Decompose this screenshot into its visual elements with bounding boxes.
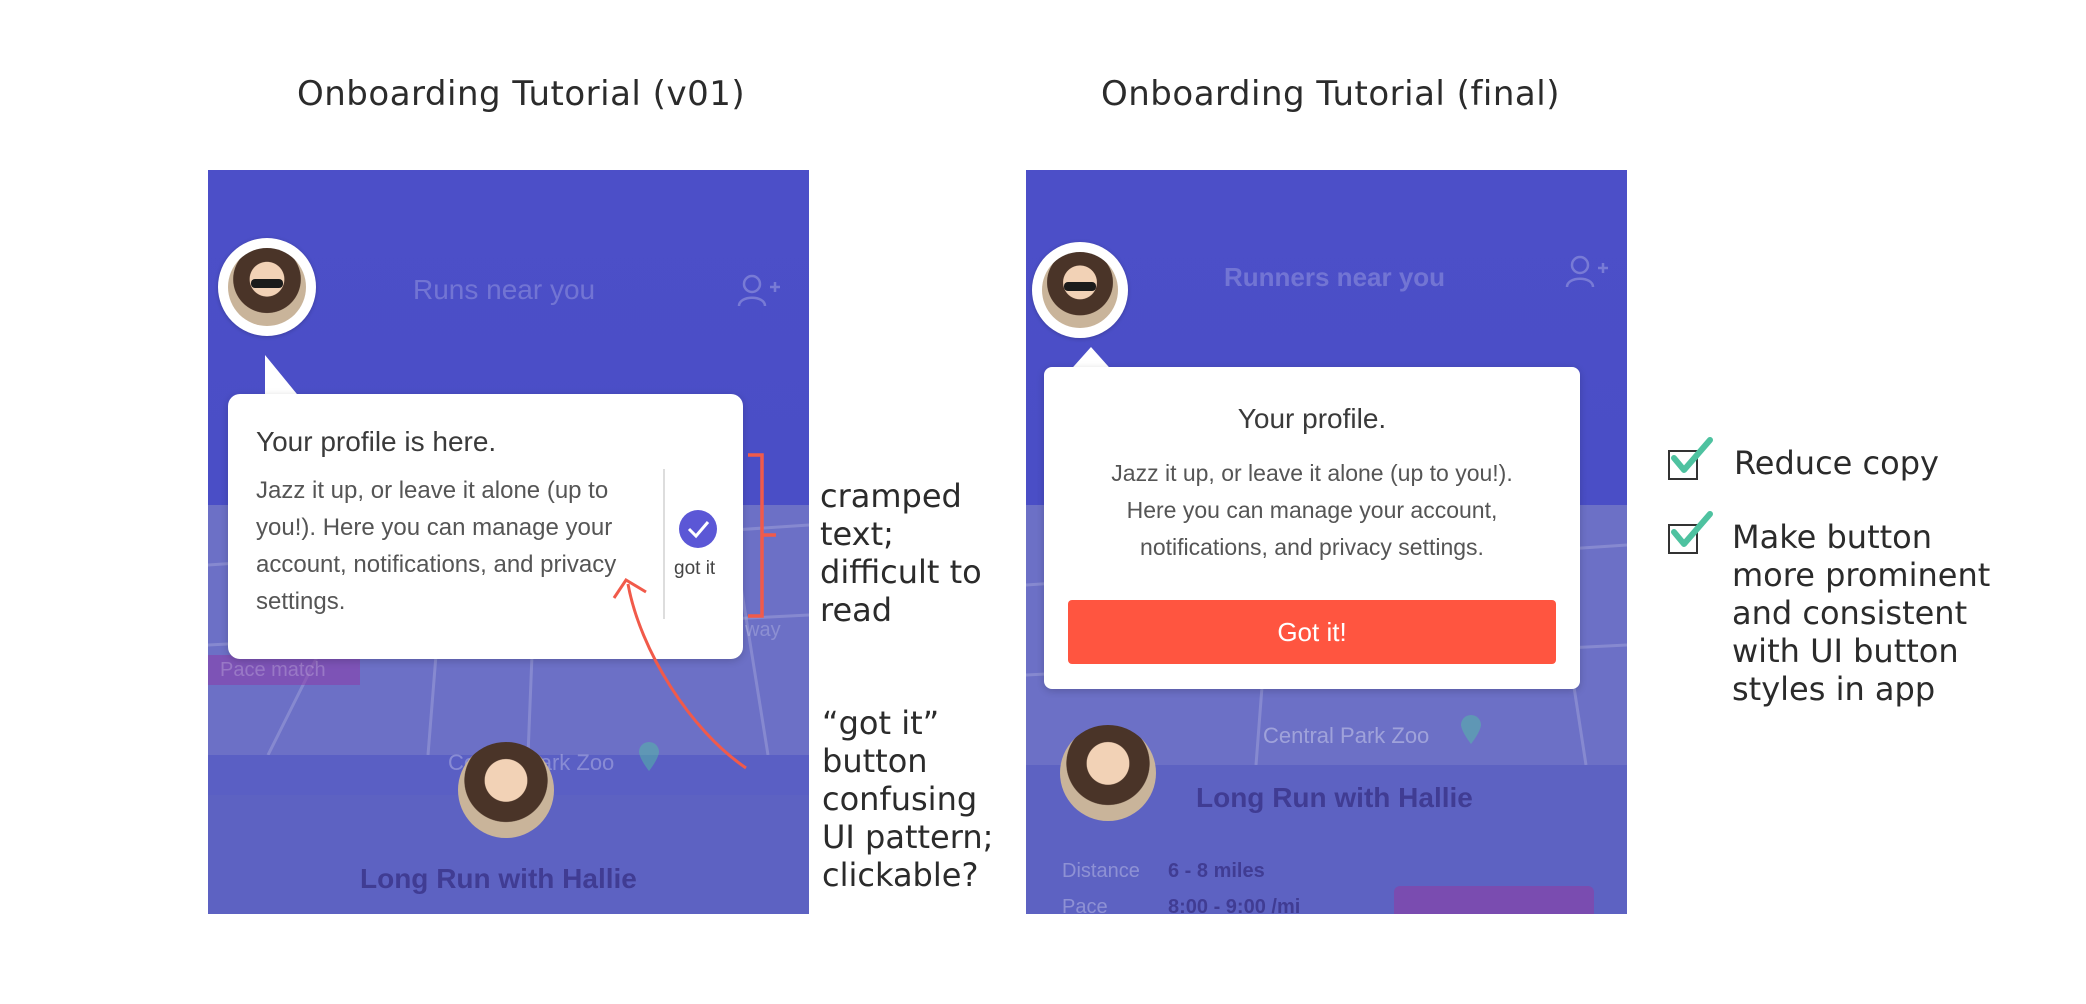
event-title: Long Run with Hallie: [360, 863, 637, 894]
tooltip-final: Your profile. Jazz it up, or leave it al…: [1044, 367, 1580, 689]
event-avatar: [458, 742, 554, 838]
checklist-text: Make button more prominent and consisten…: [1732, 518, 1991, 708]
detail-pace-value: 8:00 - 9:00 /mi: [1168, 896, 1301, 914]
title-final: Onboarding Tutorial (final): [1101, 74, 1560, 114]
check-icon: [1671, 437, 1713, 473]
detail-pace-label: Pace: [1062, 896, 1108, 914]
checklist-text: Reduce copy: [1734, 444, 1939, 482]
tooltip-title: Your profile is here.: [256, 426, 497, 457]
map-pin-icon: [1461, 715, 1481, 744]
tooltip-title: Your profile.: [1237, 403, 1387, 434]
tooltip-body: Jazz it up, or leave it alone (up to you…: [1111, 460, 1513, 560]
profile-avatar[interactable]: [228, 248, 306, 326]
annotation-got-it: “got it” button confusing UI pattern; cl…: [822, 704, 994, 894]
header-title: Runners near you: [1224, 262, 1446, 292]
add-friend-icon[interactable]: [1564, 254, 1610, 290]
title-v01: Onboarding Tutorial (v01): [297, 74, 746, 114]
check-icon: [1671, 511, 1713, 547]
profile-avatar[interactable]: [1042, 252, 1118, 328]
tooltip-body: Jazz it up, or leave it alone (up to you…: [256, 477, 617, 615]
got-it-button-label: Got it!: [1277, 617, 1347, 647]
annotation-marks: [612, 453, 776, 770]
map-label-zoo: Central Park Zoo: [1263, 723, 1430, 748]
event-avatar: [1060, 725, 1156, 821]
detail-distance-value: 6 - 8 miles: [1168, 860, 1265, 882]
sunglasses: [251, 279, 283, 288]
add-friend-icon[interactable]: [736, 273, 782, 309]
annotation-cramped: cramped text; difficult to read: [820, 477, 982, 629]
pace-match-tag: Pace match: [208, 655, 360, 685]
sunglasses: [1064, 282, 1096, 291]
detail-distance-label: Distance: [1062, 860, 1140, 882]
event-title: Long Run with Hallie: [1196, 782, 1473, 813]
join-button[interactable]: [1394, 886, 1594, 914]
header-title: Runs near you: [413, 274, 596, 305]
got-it-button[interactable]: Got it!: [1068, 600, 1556, 664]
phone-final: Runners near you Central Park Zoo Long R…: [1026, 170, 1627, 914]
